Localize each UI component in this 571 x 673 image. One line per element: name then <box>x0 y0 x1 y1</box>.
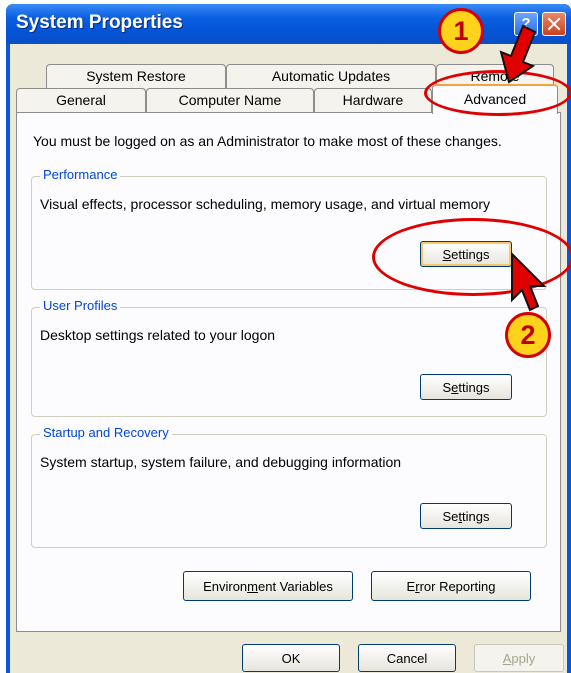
close-icon[interactable] <box>542 12 566 36</box>
environment-variables-button[interactable]: Environment Variables <box>183 571 353 601</box>
startup-recovery-description: System startup, system failure, and debu… <box>40 454 402 470</box>
tab-general[interactable]: General <box>16 88 146 113</box>
performance-title: Performance <box>40 167 121 182</box>
apply-button: Apply <box>474 644 564 672</box>
admin-notice: You must be logged on as an Administrato… <box>33 133 502 149</box>
user-profiles-description: Desktop settings related to your logon <box>40 327 276 343</box>
arrow-cursor-icon <box>499 24 537 84</box>
title-bar[interactable]: System Properties ? <box>6 4 571 44</box>
step-2-badge: 2 <box>505 312 551 358</box>
startup-recovery-title: Startup and Recovery <box>40 425 172 440</box>
user-profiles-title: User Profiles <box>40 298 121 313</box>
tab-system-restore[interactable]: System Restore <box>46 64 226 88</box>
tab-automatic-updates[interactable]: Automatic Updates <box>226 64 436 88</box>
cancel-button[interactable]: Cancel <box>358 644 456 672</box>
tab-computer-name[interactable]: Computer Name <box>146 88 314 113</box>
performance-description: Visual effects, processor scheduling, me… <box>40 196 491 212</box>
tab-hardware[interactable]: Hardware <box>314 88 432 113</box>
advanced-tab-panel: You must be logged on as an Administrato… <box>16 112 561 632</box>
startup-recovery-settings-button[interactable]: Settings <box>420 503 512 529</box>
ok-button[interactable]: OK <box>242 644 340 672</box>
window-title: System Properties <box>16 12 183 33</box>
mouse-pointer-icon <box>511 252 547 312</box>
error-reporting-button[interactable]: Error Reporting <box>371 571 531 601</box>
user-profiles-group: User Profiles Desktop settings related t… <box>31 298 547 417</box>
step-1-badge: 1 <box>438 8 484 54</box>
dialog-client-area: System Restore Automatic Updates Remote … <box>10 44 567 673</box>
startup-recovery-group: Startup and Recovery System startup, sys… <box>31 425 547 548</box>
user-profiles-settings-button[interactable]: Settings <box>420 374 512 400</box>
